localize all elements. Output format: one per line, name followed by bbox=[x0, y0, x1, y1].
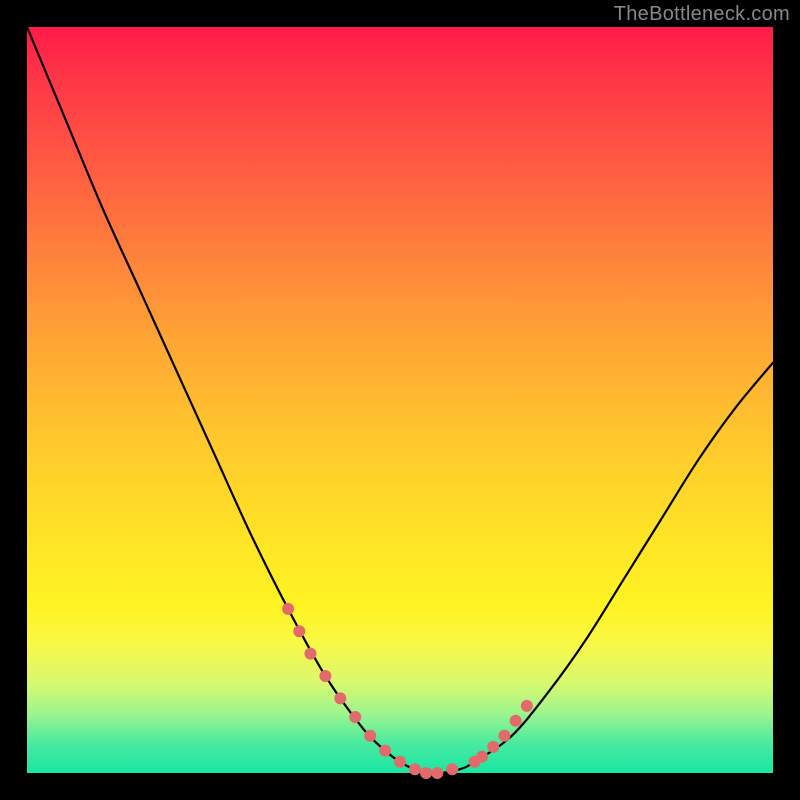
highlight-dot bbox=[409, 763, 421, 775]
highlight-dot bbox=[349, 711, 361, 723]
highlight-dot bbox=[304, 648, 316, 660]
highlight-dot bbox=[487, 741, 499, 753]
highlight-dots bbox=[282, 603, 533, 779]
bottleneck-curve bbox=[27, 27, 773, 773]
highlight-dot bbox=[446, 763, 458, 775]
highlight-dot bbox=[364, 730, 376, 742]
chart-svg bbox=[27, 27, 773, 773]
highlight-dot bbox=[510, 715, 522, 727]
highlight-dot bbox=[282, 603, 294, 615]
highlight-dot bbox=[379, 745, 391, 757]
highlight-dot bbox=[293, 625, 305, 637]
highlight-dot bbox=[420, 767, 432, 779]
plot-area bbox=[27, 27, 773, 773]
highlight-dot bbox=[394, 756, 406, 768]
watermark-text: TheBottleneck.com bbox=[614, 3, 790, 26]
highlight-dot bbox=[521, 700, 533, 712]
highlight-dot bbox=[498, 730, 510, 742]
chart-frame: TheBottleneck.com bbox=[0, 0, 800, 800]
highlight-dot bbox=[476, 751, 488, 763]
highlight-dot bbox=[319, 670, 331, 682]
highlight-dot bbox=[334, 692, 346, 704]
highlight-dot bbox=[431, 767, 443, 779]
